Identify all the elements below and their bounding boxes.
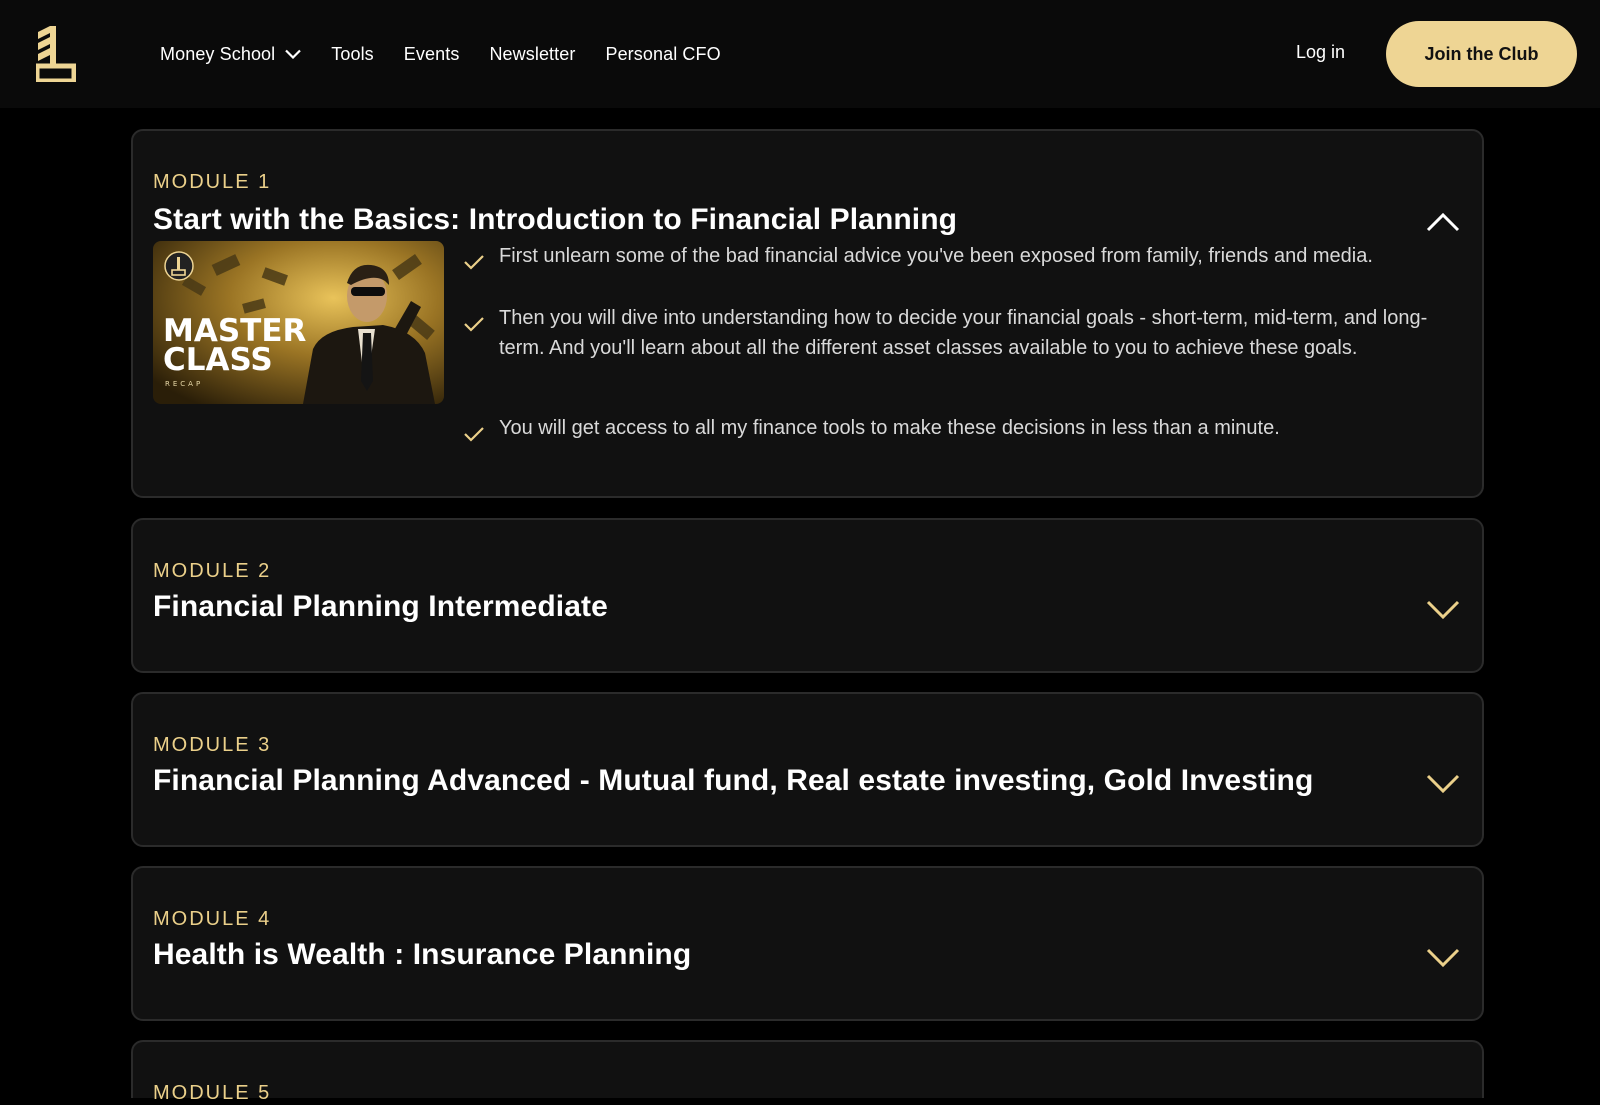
- module-card-2[interactable]: MODULE 2 Financial Planning Intermediate: [131, 518, 1484, 673]
- check-icon: [464, 427, 484, 442]
- nav-events[interactable]: Events: [404, 44, 460, 65]
- nav-money-school-label: Money School: [160, 43, 276, 64]
- thumbnail-line3: RECAP: [165, 380, 203, 388]
- list-item: You will get access to all my finance to…: [463, 413, 1449, 443]
- nav-money-school[interactable]: Money School: [160, 43, 302, 65]
- nav-newsletter-label: Newsletter: [489, 43, 576, 64]
- join-the-club-button[interactable]: Join the Club: [1386, 21, 1577, 87]
- module-card-4[interactable]: MODULE 4 Health is Wealth : Insurance Pl…: [131, 866, 1484, 1021]
- module-label: MODULE 2: [153, 560, 272, 582]
- module-card-5[interactable]: MODULE 5: [131, 1040, 1484, 1104]
- module-label: MODULE 1: [153, 171, 272, 193]
- module-title: Health is Wealth : Insurance Planning: [153, 938, 692, 971]
- module-card-3[interactable]: MODULE 3 Financial Planning Advanced - M…: [131, 692, 1484, 847]
- masterclass-thumbnail-art: MASTER CLASS RECAP: [153, 241, 444, 404]
- module-title: Financial Planning Advanced - Mutual fun…: [153, 764, 1314, 797]
- bullet-text: First unlearn some of the bad financial …: [499, 245, 1373, 267]
- nav-personal-cfo[interactable]: Personal CFO: [605, 44, 720, 65]
- module-card-1[interactable]: MODULE 1 Start with the Basics: Introduc…: [131, 129, 1484, 498]
- list-item: Then you will dive into understanding ho…: [463, 303, 1449, 363]
- list-item: First unlearn some of the bad financial …: [463, 241, 1449, 271]
- login-link[interactable]: Log in: [1296, 42, 1345, 63]
- chevron-down-icon[interactable]: [1426, 598, 1460, 620]
- check-icon: [464, 255, 484, 270]
- nav-events-label: Events: [403, 43, 460, 64]
- thumbnail-line2: CLASS: [163, 342, 273, 378]
- chevron-down-icon[interactable]: [1426, 946, 1460, 968]
- check-icon: [464, 317, 484, 332]
- top-navigation-bar: Money School Tools Events Newsletter Per…: [0, 0, 1600, 108]
- nav-personal-cfo-label: Personal CFO: [605, 43, 721, 64]
- nav-newsletter[interactable]: Newsletter: [489, 44, 575, 65]
- chevron-down-icon: [285, 49, 302, 59]
- module-label: MODULE 3: [153, 734, 272, 756]
- bullet-text: You will get access to all my finance to…: [499, 417, 1280, 439]
- chevron-up-icon[interactable]: [1426, 211, 1460, 233]
- nav-tools-label: Tools: [331, 43, 374, 64]
- module-title: Start with the Basics: Introduction to F…: [153, 203, 958, 236]
- nav-tools[interactable]: Tools: [331, 44, 374, 65]
- module-title: Financial Planning Intermediate: [153, 590, 608, 623]
- brand-logo-icon[interactable]: [36, 26, 76, 82]
- chevron-down-icon[interactable]: [1426, 772, 1460, 794]
- bullet-text: Then you will dive into understanding ho…: [499, 307, 1428, 359]
- masterclass-thumbnail[interactable]: MASTER CLASS RECAP: [153, 241, 444, 404]
- main-nav: Money School Tools Events Newsletter Per…: [160, 0, 751, 108]
- module-label: MODULE 4: [153, 908, 272, 930]
- module-label: MODULE 5: [153, 1082, 272, 1104]
